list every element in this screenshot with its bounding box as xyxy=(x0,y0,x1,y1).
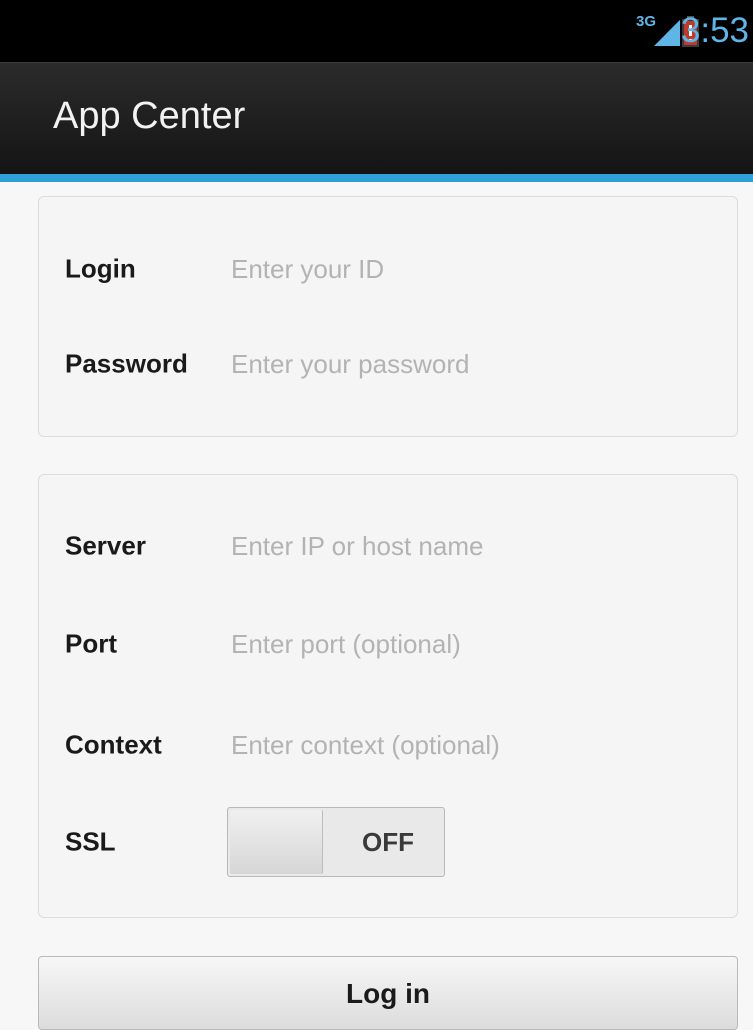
login-form: Login Password Server Port Context SSL O… xyxy=(0,182,753,1030)
login-input[interactable] xyxy=(227,247,715,291)
password-row: Password xyxy=(39,334,737,394)
login-label: Login xyxy=(65,253,136,284)
ssl-label: SSL xyxy=(65,826,116,857)
server-row: Server xyxy=(39,516,737,576)
network-type-label: 3G xyxy=(636,13,657,30)
port-label: Port xyxy=(65,628,117,659)
context-row: Context xyxy=(39,715,737,775)
login-row: Login xyxy=(39,239,737,299)
password-input[interactable] xyxy=(227,342,715,386)
ssl-toggle-state: OFF xyxy=(362,827,414,857)
status-bar: 3G 3:53 xyxy=(0,0,753,62)
action-bar-accent-line xyxy=(0,174,753,182)
ssl-toggle[interactable]: OFF xyxy=(227,807,445,877)
context-input[interactable] xyxy=(227,723,715,767)
login-button[interactable]: Log in xyxy=(38,956,738,1030)
app-title: App Center xyxy=(53,95,246,137)
status-clock: 3:53 xyxy=(680,11,749,50)
port-input[interactable] xyxy=(227,622,715,666)
server-settings-card: Server Port Context SSL OFF xyxy=(38,474,738,918)
action-bar: App Center xyxy=(0,62,753,175)
server-input[interactable] xyxy=(227,524,715,568)
signal-icon xyxy=(654,20,680,46)
port-row: Port xyxy=(39,614,737,674)
context-label: Context xyxy=(65,729,162,760)
password-label: Password xyxy=(65,348,188,379)
ssl-toggle-thumb[interactable] xyxy=(230,810,323,874)
server-label: Server xyxy=(65,530,146,561)
credentials-card: Login Password xyxy=(38,196,738,437)
ssl-row: SSL OFF xyxy=(39,807,737,877)
login-button-label: Log in xyxy=(346,978,430,1009)
